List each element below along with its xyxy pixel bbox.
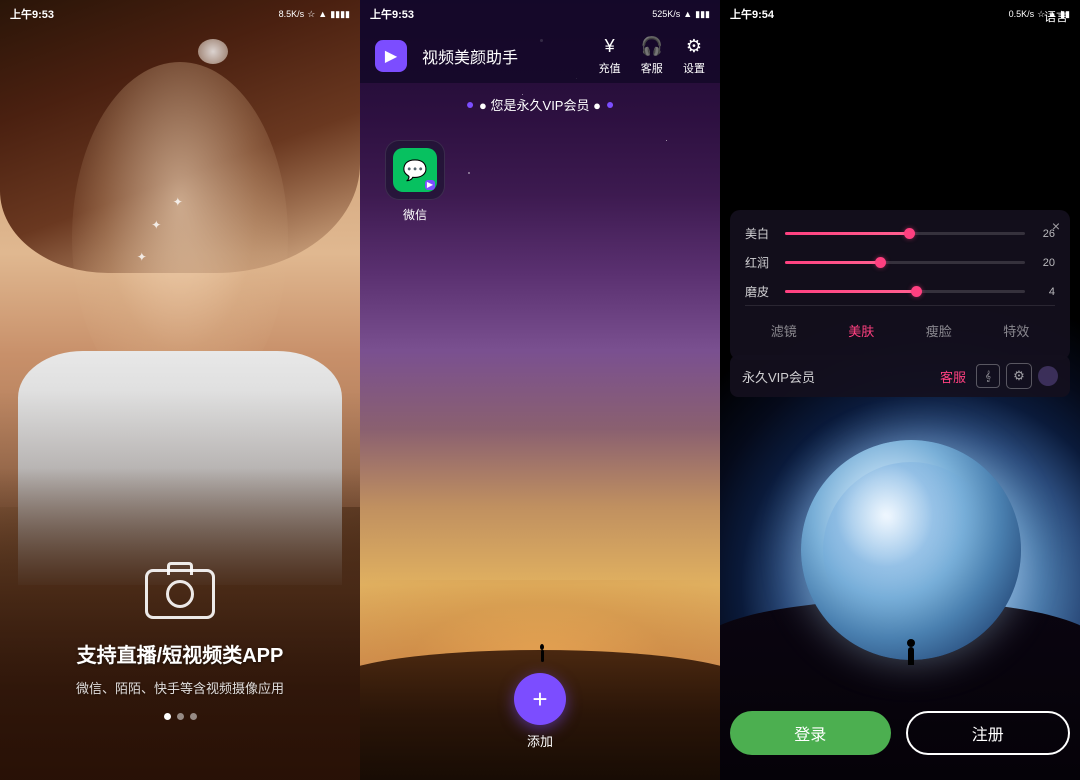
app-name-label: 视频美颜助手 xyxy=(422,44,584,68)
app-item-wechat[interactable]: 💬 微信 xyxy=(375,140,455,223)
vip-icon-symbol: 𝄞 xyxy=(985,371,991,382)
beauty-sliders-panel: × 美白 26 红润 20 磨皮 xyxy=(730,210,1070,360)
wifi-icon-1: ▲ xyxy=(318,9,327,19)
bat-2: ▮▮▮ xyxy=(695,9,710,20)
slider-track-hongrun[interactable] xyxy=(785,261,1025,264)
gear-icon: ⚙ xyxy=(686,36,702,57)
vip-info-bar: 永久VIP会员 客服 𝄞 ⚙ xyxy=(730,355,1070,397)
recharge-button[interactable]: ¥ 充值 xyxy=(599,36,621,76)
wifi-2: ▲ xyxy=(683,9,692,19)
tab-effect[interactable]: 特效 xyxy=(995,316,1037,345)
slider-fill-meibai xyxy=(785,232,910,235)
vip-dot-right xyxy=(607,102,613,108)
add-button[interactable]: + 添加 xyxy=(514,673,566,750)
promo-content: 支持直播/短视频类APP 微信、陌陌、快手等含视频摄像应用 xyxy=(0,569,360,720)
register-button[interactable]: 注册 xyxy=(906,711,1071,755)
dot-3[interactable] xyxy=(190,713,197,720)
panel-promo: ✦ ✦ ✦ 上午9:53 8.5K/s ☆ ▲ ▮▮▮▮ 支持直播/短视频类AP… xyxy=(0,0,360,780)
auth-buttons: 登录 注册 xyxy=(730,711,1070,755)
tab-filter[interactable]: 滤镜 xyxy=(763,316,805,345)
service-button[interactable]: 🎧 客服 xyxy=(641,36,663,76)
sparkle-2: ✦ xyxy=(137,250,147,264)
language-label: 语言 xyxy=(1044,10,1068,24)
slider-track-mopi[interactable] xyxy=(785,290,1025,293)
tab-face[interactable]: 瘦脸 xyxy=(918,316,960,345)
carousel-dots xyxy=(0,713,360,720)
vip-text: ● 您是永久VIP会员 ● xyxy=(479,95,601,114)
wechat-icon: 💬 xyxy=(393,148,437,192)
signal-icon-1: 8.5K/s xyxy=(279,9,305,19)
person-head xyxy=(907,639,915,647)
dot-2[interactable] xyxy=(177,713,184,720)
login-button[interactable]: 登录 xyxy=(730,711,891,755)
vip-bar-text: 永久VIP会员 xyxy=(742,367,940,386)
panel2-nav: ▶ 视频美颜助手 ¥ 充值 🎧 客服 ⚙ 设置 xyxy=(360,28,720,83)
sparkle-1: ✦ xyxy=(151,218,161,232)
wechat-logo: 💬 xyxy=(403,158,428,183)
slider-thumb-hongrun xyxy=(875,257,886,268)
time-1: 上午9:53 xyxy=(10,6,54,22)
slider-thumb-meibai xyxy=(904,228,915,239)
slider-row-hongrun: 红润 20 xyxy=(745,254,1055,271)
app-logo: ▶ xyxy=(375,40,407,72)
person-silhouette xyxy=(907,639,915,665)
vip-badge: ● 您是永久VIP会员 ● xyxy=(467,95,613,114)
logo-icon: ▶ xyxy=(385,46,397,66)
register-label: 注册 xyxy=(972,721,1004,745)
bt-icon-1: ☆ xyxy=(307,9,315,20)
slider-thumb-mopi xyxy=(911,286,922,297)
slider-track-meibai[interactable] xyxy=(785,232,1025,235)
vip-icon: 𝄞 xyxy=(976,364,1000,388)
vip-service-link[interactable]: 客服 xyxy=(940,367,966,386)
camera-icon xyxy=(145,569,215,619)
vip-dot-left xyxy=(467,102,473,108)
promo-subtitle: 微信、陌陌、快手等含视频摄像应用 xyxy=(0,678,360,697)
slider-label-meibai: 美白 xyxy=(745,225,775,242)
apps-grid: 💬 微信 xyxy=(375,140,455,223)
status-bar-3: 上午9:54 0.5K/s ☆ ▲ ▮▮ xyxy=(720,0,1080,28)
wechat-label: 微信 xyxy=(403,206,427,223)
login-label: 登录 xyxy=(794,721,826,745)
slider-value-mopi: 4 xyxy=(1035,286,1055,298)
slider-fill-mopi xyxy=(785,290,917,293)
dot-1[interactable] xyxy=(164,713,171,720)
moon-visual xyxy=(801,440,1021,660)
status-bar-2: 上午9:53 525K/s ▲ ▮▮▮ xyxy=(360,0,720,28)
promo-title: 支持直播/短视频类APP xyxy=(0,639,360,668)
battery-icon-1: ▮▮▮▮ xyxy=(330,9,350,20)
slider-label-mopi: 磨皮 xyxy=(745,283,775,300)
vip-toggle[interactable] xyxy=(1038,366,1058,386)
tab-skin[interactable]: 美肤 xyxy=(840,316,882,345)
slider-label-hongrun: 红润 xyxy=(745,254,775,271)
nav-actions: ¥ 充值 🎧 客服 ⚙ 设置 xyxy=(599,36,705,76)
add-circle-icon: + xyxy=(514,673,566,725)
panel2-header: 上午9:53 525K/s ▲ ▮▮▮ ▶ 视频美颜助手 ¥ 充值 🎧 客服 xyxy=(360,0,720,83)
panel-app-list: 上午9:53 525K/s ▲ ▮▮▮ ▶ 视频美颜助手 ¥ 充值 🎧 客服 xyxy=(360,0,720,780)
status-icons-2: 525K/s ▲ ▮▮▮ xyxy=(652,9,710,20)
yen-icon: ¥ xyxy=(605,36,615,57)
close-button[interactable]: × xyxy=(1052,218,1060,234)
status-icons-1: 8.5K/s ☆ ▲ ▮▮▮▮ xyxy=(279,9,350,20)
panel-beauty-controls: 上午9:54 0.5K/s ☆ ▲ ▮▮ 语言 × 美白 26 红润 xyxy=(720,0,1080,780)
language-button[interactable]: 语言 xyxy=(1044,8,1068,25)
time-2: 上午9:53 xyxy=(370,6,414,22)
add-label: 添加 xyxy=(527,731,553,750)
slider-fill-hongrun xyxy=(785,261,881,264)
app-icon-wechat: 💬 xyxy=(385,140,445,200)
status-bar-1: 上午9:53 8.5K/s ☆ ▲ ▮▮▮▮ xyxy=(0,0,360,28)
person-body xyxy=(908,647,914,665)
sparkle-3: ✦ xyxy=(173,195,183,209)
speed-2: 525K/s xyxy=(652,9,680,19)
settings-button[interactable]: ⚙ 设置 xyxy=(683,36,705,76)
speed-3: 0.5K/s xyxy=(1009,9,1035,19)
slider-row-meibai: 美白 26 xyxy=(745,225,1055,242)
settings-icon-vip[interactable]: ⚙ xyxy=(1006,363,1032,389)
slider-row-mopi: 磨皮 4 xyxy=(745,283,1055,300)
headset-icon: 🎧 xyxy=(641,36,663,57)
slider-value-hongrun: 20 xyxy=(1035,257,1055,269)
beauty-tabs: 滤镜 美肤 瘦脸 特效 xyxy=(745,305,1055,345)
camera-lens xyxy=(166,580,194,608)
time-3: 上午9:54 xyxy=(730,6,774,22)
